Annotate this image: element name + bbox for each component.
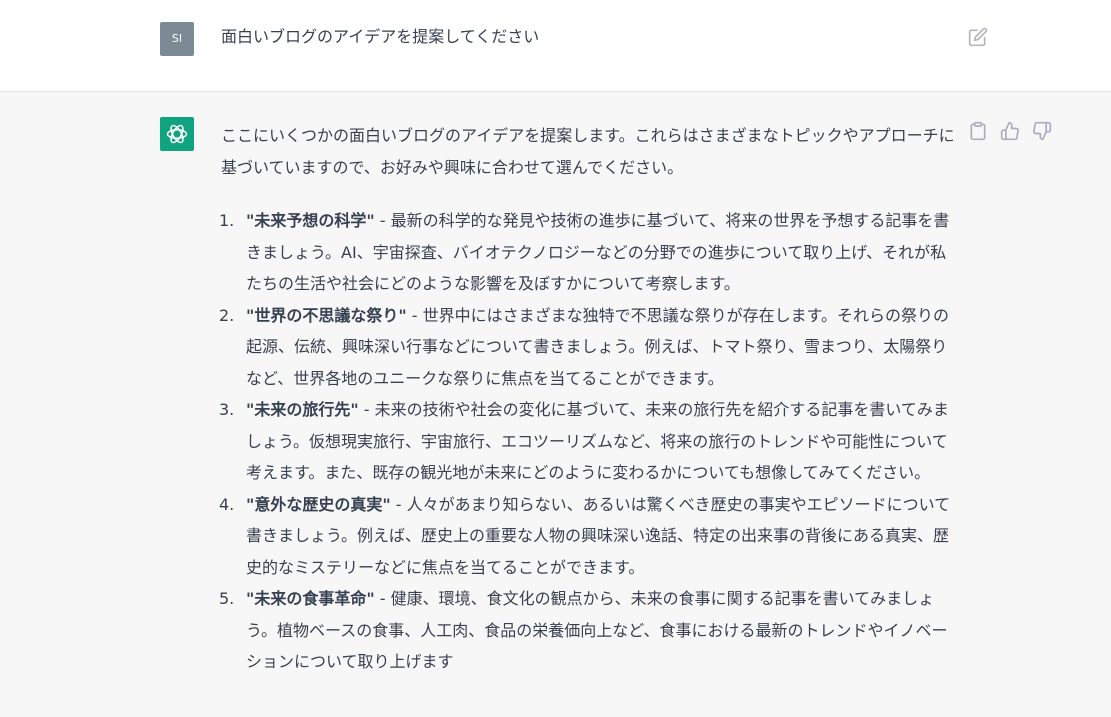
idea-list: 1. "未来予想の科学" - 最新の科学的な発見や技術の進歩に基づいて、将来の世…: [219, 205, 955, 678]
assistant-message-row: ここにいくつかの面白いブログのアイデアを提案します。これらはさまざまなトピックや…: [0, 92, 1111, 717]
list-item-separator: -: [390, 494, 407, 514]
list-item-title: "未来の食事革命": [246, 589, 375, 608]
list-item: 1. "未来予想の科学" - 最新の科学的な発見や技術の進歩に基づいて、将来の世…: [219, 205, 955, 300]
thumbs-down-icon[interactable]: [1032, 121, 1052, 141]
list-item-title: "意外な歴史の真実": [246, 494, 391, 514]
user-message-row: SI 面白いブログのアイデアを提案してください: [0, 0, 1111, 92]
list-item-separator: -: [358, 400, 375, 419]
user-message-text: 面白いブログのアイデアを提案してください: [221, 27, 540, 46]
list-item: 5. "未来の食事革命" - 健康、環境、食文化の観点から、未来の食事に関する記…: [219, 583, 955, 678]
list-item-number: 4.: [219, 494, 235, 514]
openai-logo-icon: [166, 124, 188, 144]
user-avatar: SI: [160, 22, 194, 56]
list-item-separator: -: [374, 211, 391, 230]
list-item-number: 3.: [219, 400, 235, 419]
assistant-intro-text: ここにいくつかの面白いブログのアイデアを提案します。これらはさまざまなトピックや…: [221, 126, 955, 177]
list-item: 2. "世界の不思議な祭り" - 世界中にはさまざまな独特で不思議な祭りが存在し…: [219, 300, 955, 395]
assistant-message-content: ここにいくつかの面白いブログのアイデアを提案します。これらはさまざまなトピックや…: [219, 120, 955, 678]
chat-page: SI 面白いブログのアイデアを提案してください ここにいくつかの面白いブログのア…: [0, 0, 1111, 717]
list-item-separator: -: [374, 589, 391, 608]
list-item-separator: -: [406, 305, 423, 325]
assistant-avatar: [160, 117, 194, 151]
clipboard-icon[interactable]: [968, 121, 988, 141]
list-item-number: 5.: [219, 589, 235, 608]
list-item: 3. "未来の旅行先" - 未来の技術や社会の変化に基づいて、未来の旅行先を紹介…: [219, 394, 955, 489]
list-item-number: 1.: [219, 211, 235, 230]
list-item-title: "世界の不思議な祭り": [246, 305, 407, 325]
list-item: 4. "意外な歴史の真実" - 人々があまり知らない、あるいは驚くべき歴史の事実…: [219, 489, 955, 584]
list-item-title: "未来予想の科学": [246, 211, 375, 230]
list-item-number: 2.: [219, 305, 235, 325]
thumbs-up-icon[interactable]: [1000, 121, 1020, 141]
message-actions: [968, 121, 1052, 141]
list-item-title: "未来の旅行先": [246, 400, 359, 419]
edit-icon[interactable]: [968, 27, 988, 47]
